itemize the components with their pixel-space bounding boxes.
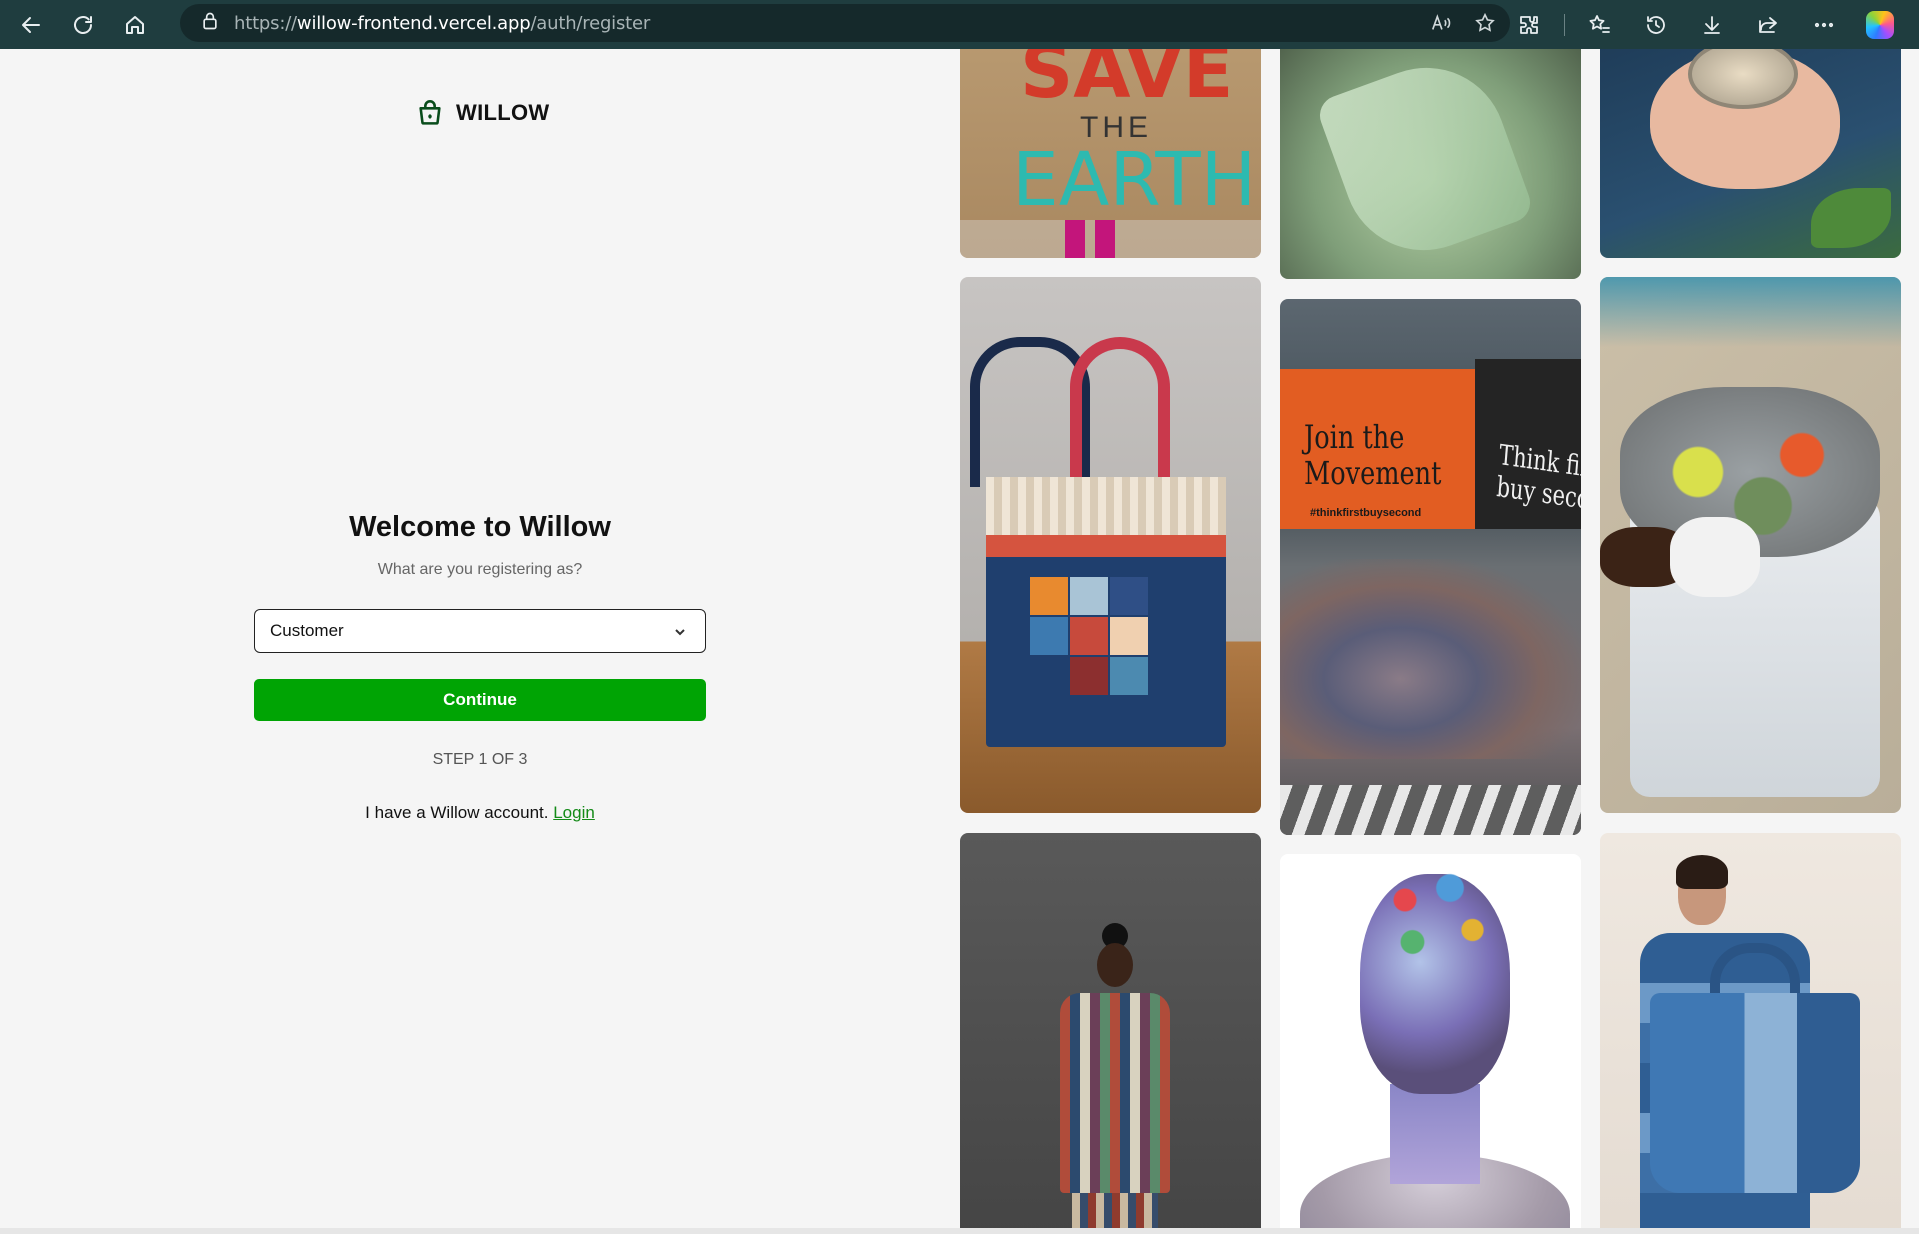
puzzle-icon [1520,15,1538,34]
gallery-tile-sculpture [1280,854,1581,1234]
toolbar-divider [1564,13,1565,36]
more-menu-button[interactable] [1803,5,1845,45]
history-icon [1647,15,1665,34]
denim-model-hair [1676,855,1728,889]
bag-patch [1030,577,1068,615]
leaf-shape [1811,188,1891,248]
bag-patch [1070,577,1108,615]
back-button[interactable] [8,5,54,45]
gallery-tile-denim-model [1600,833,1901,1234]
home-button[interactable] [112,5,158,45]
bag-patch [1110,577,1148,615]
bottom-edge [0,1228,1919,1234]
login-prompt-text: I have a Willow account. [365,803,549,822]
role-select[interactable]: Customer [254,609,706,653]
model-head [1097,943,1133,987]
copilot-button[interactable] [1859,5,1901,45]
bag-patch [1070,617,1108,655]
chevron-down-icon [673,624,687,644]
more-dots-icon [1814,22,1834,27]
sign-text-earth: EARTH [1012,137,1257,223]
browser-tools [1508,0,1919,49]
billboard-line-2: Movement [1304,454,1442,492]
sculpture-neck [1390,1084,1480,1184]
bag-patch [1110,617,1148,655]
continue-button[interactable]: Continue [254,679,706,721]
lock-icon[interactable] [200,11,220,36]
favorites-button[interactable] [1579,5,1621,45]
mesh-bag-shape [1314,49,1536,273]
image-gallery: SAVE THE EARTH Join the Movement #thinkf [960,49,1919,1234]
refresh-icon [74,15,92,34]
billboard-headline: Join the Movement [1304,419,1441,491]
login-prompt: I have a Willow account. Login [0,803,960,823]
url-host: willow-frontend.vercel.app [296,12,531,34]
login-link[interactable]: Login [553,803,595,822]
read-aloud-icon[interactable] [1430,12,1452,34]
legs-shape [1065,220,1115,258]
bag-patch [1110,657,1148,695]
denim-tote-bag [1650,993,1860,1193]
register-panel: WILLOW Welcome to Willow What are you re… [0,49,960,1234]
brand-logo[interactable]: WILLOW [416,99,549,127]
patchwork-coat [1060,993,1170,1193]
billboard-hashtag: #thinkfirstbuysecond [1310,507,1422,519]
downloads-button[interactable] [1691,5,1733,45]
arm-shape [1600,277,1901,347]
billboard-line-1: Join the [1304,418,1405,456]
page-subtitle: What are you registering as? [377,561,583,578]
gallery-tile-plastic-waste [1600,277,1901,813]
page-title: Welcome to Willow [349,511,611,543]
step-indicator: STEP 1 OF 3 [432,751,528,768]
brand-name: WILLOW [456,100,550,125]
shopping-basket-icon [419,100,441,125]
back-arrow-icon [22,16,40,33]
bag-red-band [986,535,1226,557]
address-bar[interactable]: https://willow-frontend.vercel.app/auth/… [180,4,1510,42]
home-icon [126,15,144,34]
url-text[interactable]: https://willow-frontend.vercel.app/auth/… [234,13,650,34]
refresh-button[interactable] [60,5,106,45]
url-scheme: https:// [234,12,297,34]
favorite-star-icon[interactable] [1474,12,1496,34]
extensions-button[interactable] [1508,5,1550,45]
favorites-list-icon [1589,14,1610,33]
gallery-tile-mesh-bag [1280,49,1581,279]
bag-patch [1070,657,1108,695]
crosswalk [1280,785,1581,835]
bag-patch [1030,617,1068,655]
copilot-icon [1866,10,1894,39]
gallery-tile-hands-tin [1600,49,1901,258]
share-icon [1759,16,1777,33]
gallery-tile-patchwork-tote [960,277,1261,813]
gallery-tile-billboard: Join the Movement #thinkfirstbuysecond T… [1280,299,1581,835]
bag-stripe [986,477,1226,537]
bag-handle-front [1070,337,1170,487]
url-path: /auth/register [530,12,651,34]
clothes-pile [1280,559,1581,759]
sculpture-parts [1360,864,1510,984]
glove-shape [1670,517,1760,597]
browser-toolbar: https://willow-frontend.vercel.app/auth/… [0,0,1919,49]
gallery-tile-save-the-earth: SAVE THE EARTH [960,49,1261,258]
role-select-value: Customer [270,621,344,640]
gallery-tile-patchwork-model [960,833,1261,1234]
sign-text-save: SAVE [1020,49,1234,115]
share-button[interactable] [1747,5,1789,45]
download-icon [1704,15,1720,34]
history-button[interactable] [1635,5,1677,45]
